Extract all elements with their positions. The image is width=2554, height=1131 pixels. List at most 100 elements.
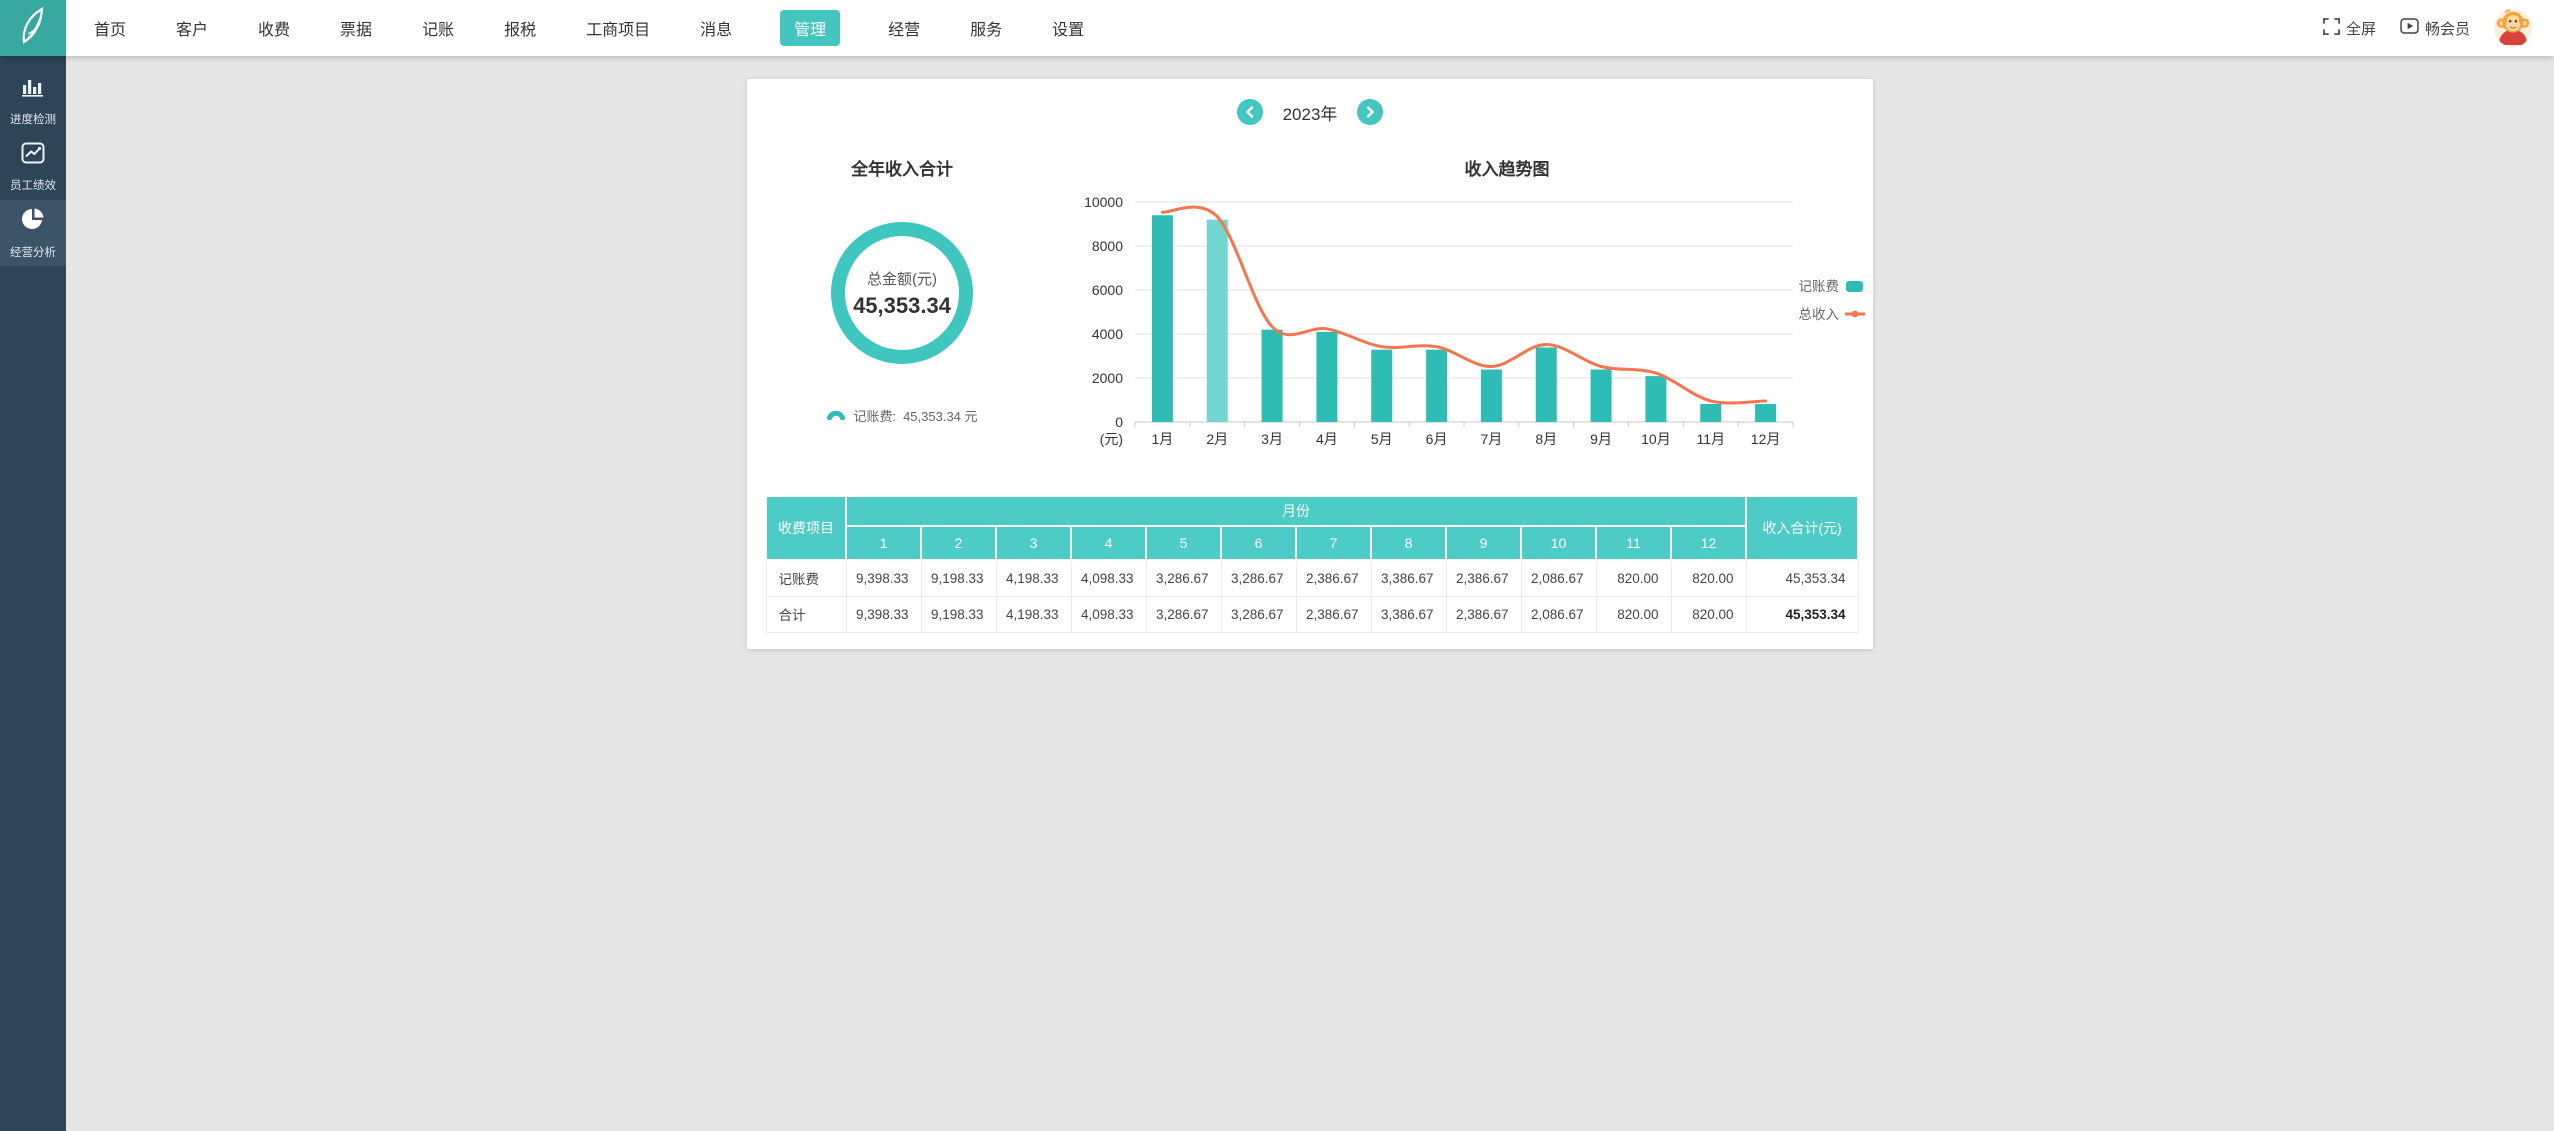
nav-item-messages[interactable]: 消息 (698, 10, 734, 46)
x-axis-category-label: 5月 (1371, 431, 1393, 447)
month-col-header-9: 9 (1445, 525, 1522, 561)
nav-item-customers[interactable]: 客户 (174, 10, 210, 46)
nav-item-management[interactable]: 管理 (780, 10, 841, 46)
cell-month-7: 2,386.67 (1295, 595, 1372, 633)
y-axis-tick-label: 10000 (1084, 194, 1123, 210)
nav-item-invoices[interactable]: 票据 (338, 10, 374, 46)
nav-item-business-projects[interactable]: 工商项目 (584, 10, 652, 46)
cell-month-9: 2,386.67 (1445, 595, 1522, 633)
next-year-button[interactable] (1357, 99, 1384, 125)
main-menu: 首页 客户 收费 票据 记账 报税 工商项目 消息 管理 经营 服务 设置 (92, 10, 1086, 46)
income-trend-chart: 0 2000 4000 6000 8000 10000 (元) 1月 2月 3月 4月 5月 6月 7月 8… (1084, 194, 1865, 447)
year-label: 2023年 (1282, 104, 1338, 124)
cell-month-4: 4,098.33 (1070, 595, 1147, 633)
nav-item-fees[interactable]: 收费 (256, 10, 292, 46)
y-axis-tick-label: 6000 (1092, 282, 1123, 298)
summary-legend: 记账费: 45,353.34 元 (826, 406, 978, 425)
cell-month-9: 2,386.67 (1445, 559, 1522, 597)
month-col-header-10: 10 (1520, 525, 1597, 561)
cell-month-11: 820.00 (1595, 559, 1672, 597)
analysis-card: 2023年 全年收入合计 总金额(元) 45,353.34 记账费: 45,35… (747, 79, 1873, 649)
nav-item-operations[interactable]: 经营 (886, 10, 922, 46)
cell-month-11: 820.00 (1595, 595, 1672, 633)
legend-bar-marker[interactable] (1846, 281, 1863, 292)
cell-income-total: 45,353.34 (1745, 559, 1859, 597)
table-row-bookkeeping-fee: 记账费 9,398.33 9,198.33 4,198.33 4,098.33 3,286… (765, 559, 1859, 597)
prev-year-button[interactable] (1236, 99, 1263, 125)
navbar-right: 全屏 畅会员 (2323, 9, 2554, 47)
sidebar-item-employee-performance[interactable]: 员工绩效 (0, 134, 66, 200)
month-col-header-8: 8 (1370, 525, 1447, 561)
member-label: 畅会员 (2424, 20, 2470, 38)
y-axis-unit-label: (元) (1100, 431, 1123, 447)
bar-10月 (1645, 376, 1667, 422)
bar-4月 (1316, 331, 1338, 422)
total-amount-donut: 总金额(元) 45,353.34 (831, 222, 973, 364)
summary-legend-label: 记账费: (853, 409, 897, 424)
nav-item-home[interactable]: 首页 (92, 10, 128, 46)
x-axis-category-label: 7月 (1481, 431, 1503, 447)
bar-1月 (1151, 215, 1173, 422)
cell-month-6: 3,286.67 (1220, 595, 1297, 633)
x-axis-category-label: 1月 (1152, 431, 1174, 447)
summary-legend-value: 45,353.34 元 (903, 409, 978, 424)
pie-chart-icon (21, 207, 45, 236)
nav-item-settings[interactable]: 设置 (1050, 10, 1086, 46)
nav-item-services[interactable]: 服务 (968, 10, 1004, 46)
table-row-total: 合计 9,398.33 9,198.33 4,198.33 4,098.33 3,286.… (765, 595, 1859, 633)
nav-item-tax-filing[interactable]: 报税 (502, 10, 538, 46)
fullscreen-button[interactable]: 全屏 (2323, 17, 2376, 39)
cell-month-10: 2,086.67 (1520, 595, 1597, 633)
sidebar-item-progress-monitor[interactable]: 进度检测 (0, 68, 66, 134)
annual-summary-panel: 全年收入合计 总金额(元) 45,353.34 记账费: 45,353.34 元 (747, 155, 1057, 469)
month-col-header-3: 3 (995, 525, 1072, 561)
col-header-fee-item: 收费项目 (765, 495, 847, 561)
bar-8月 (1535, 347, 1557, 422)
user-avatar[interactable] (2494, 9, 2532, 47)
app-logo[interactable] (0, 0, 66, 56)
month-col-header-12: 12 (1670, 525, 1747, 561)
x-axis-category-label: 4月 (1316, 431, 1338, 447)
chart-legend-label-bookkeeping-fee[interactable]: 记账费 (1799, 279, 1840, 294)
x-axis-category-label: 12月 (1751, 431, 1781, 447)
sidebar-item-label: 进度检测 (9, 111, 57, 126)
bar-3月 (1261, 329, 1283, 422)
fullscreen-icon (2323, 17, 2340, 39)
monthly-income-table-wrap: 收费项目 月份 收入合计(元) 1 2 3 4 5 6 7 8 9 10 11 12 记账费 9,398… (765, 495, 1859, 633)
x-axis-category-label: 9月 (1590, 431, 1612, 447)
play-video-icon (2400, 18, 2419, 38)
line-chart-icon (21, 142, 45, 169)
chart-legend-label-total-income[interactable]: 总收入 (1799, 307, 1840, 322)
x-axis-category-label: 10月 (1641, 431, 1671, 447)
bar-2月 (1206, 219, 1228, 422)
x-axis-category-label: 8月 (1535, 431, 1557, 447)
legend-line-dot[interactable] (1851, 310, 1859, 318)
col-group-header-month: 月份 (845, 495, 1747, 527)
nav-item-bookkeeping[interactable]: 记账 (420, 10, 456, 46)
cell-month-5: 3,286.67 (1145, 595, 1222, 633)
monkey-avatar-icon (2494, 9, 2532, 47)
y-axis-tick-label: 0 (1115, 414, 1123, 430)
donut-value: 45,353.34 (853, 292, 951, 318)
row-label: 记账费 (765, 559, 847, 597)
x-axis-category-label: 3月 (1261, 431, 1283, 447)
month-col-header-1: 1 (845, 525, 922, 561)
y-axis-tick-label: 2000 (1092, 370, 1123, 386)
sidebar-item-label: 经营分析 (9, 244, 57, 259)
sidebar-item-business-analysis[interactable]: 经营分析 (0, 200, 66, 266)
col-header-income-total: 收入合计(元) (1745, 495, 1859, 561)
x-axis-category-label: 11月 (1696, 431, 1725, 447)
month-col-header-4: 4 (1070, 525, 1147, 561)
cell-month-5: 3,286.67 (1145, 559, 1222, 597)
cell-month-6: 3,286.67 (1220, 559, 1297, 597)
member-button[interactable]: 畅会员 (2400, 18, 2470, 39)
trend-chart-title: 收入趋势图 (1464, 160, 1550, 179)
bar-7月 (1480, 369, 1502, 422)
month-col-header-6: 6 (1220, 525, 1297, 561)
cell-month-10: 2,086.67 (1520, 559, 1597, 597)
donut-label: 总金额(元) (867, 270, 937, 288)
cell-month-8: 3,386.67 (1370, 595, 1447, 633)
cell-month-8: 3,386.67 (1370, 559, 1447, 597)
feather-logo-icon (16, 6, 50, 51)
main-content: 2023年 全年收入合计 总金额(元) 45,353.34 记账费: 45,35… (66, 56, 2554, 1131)
